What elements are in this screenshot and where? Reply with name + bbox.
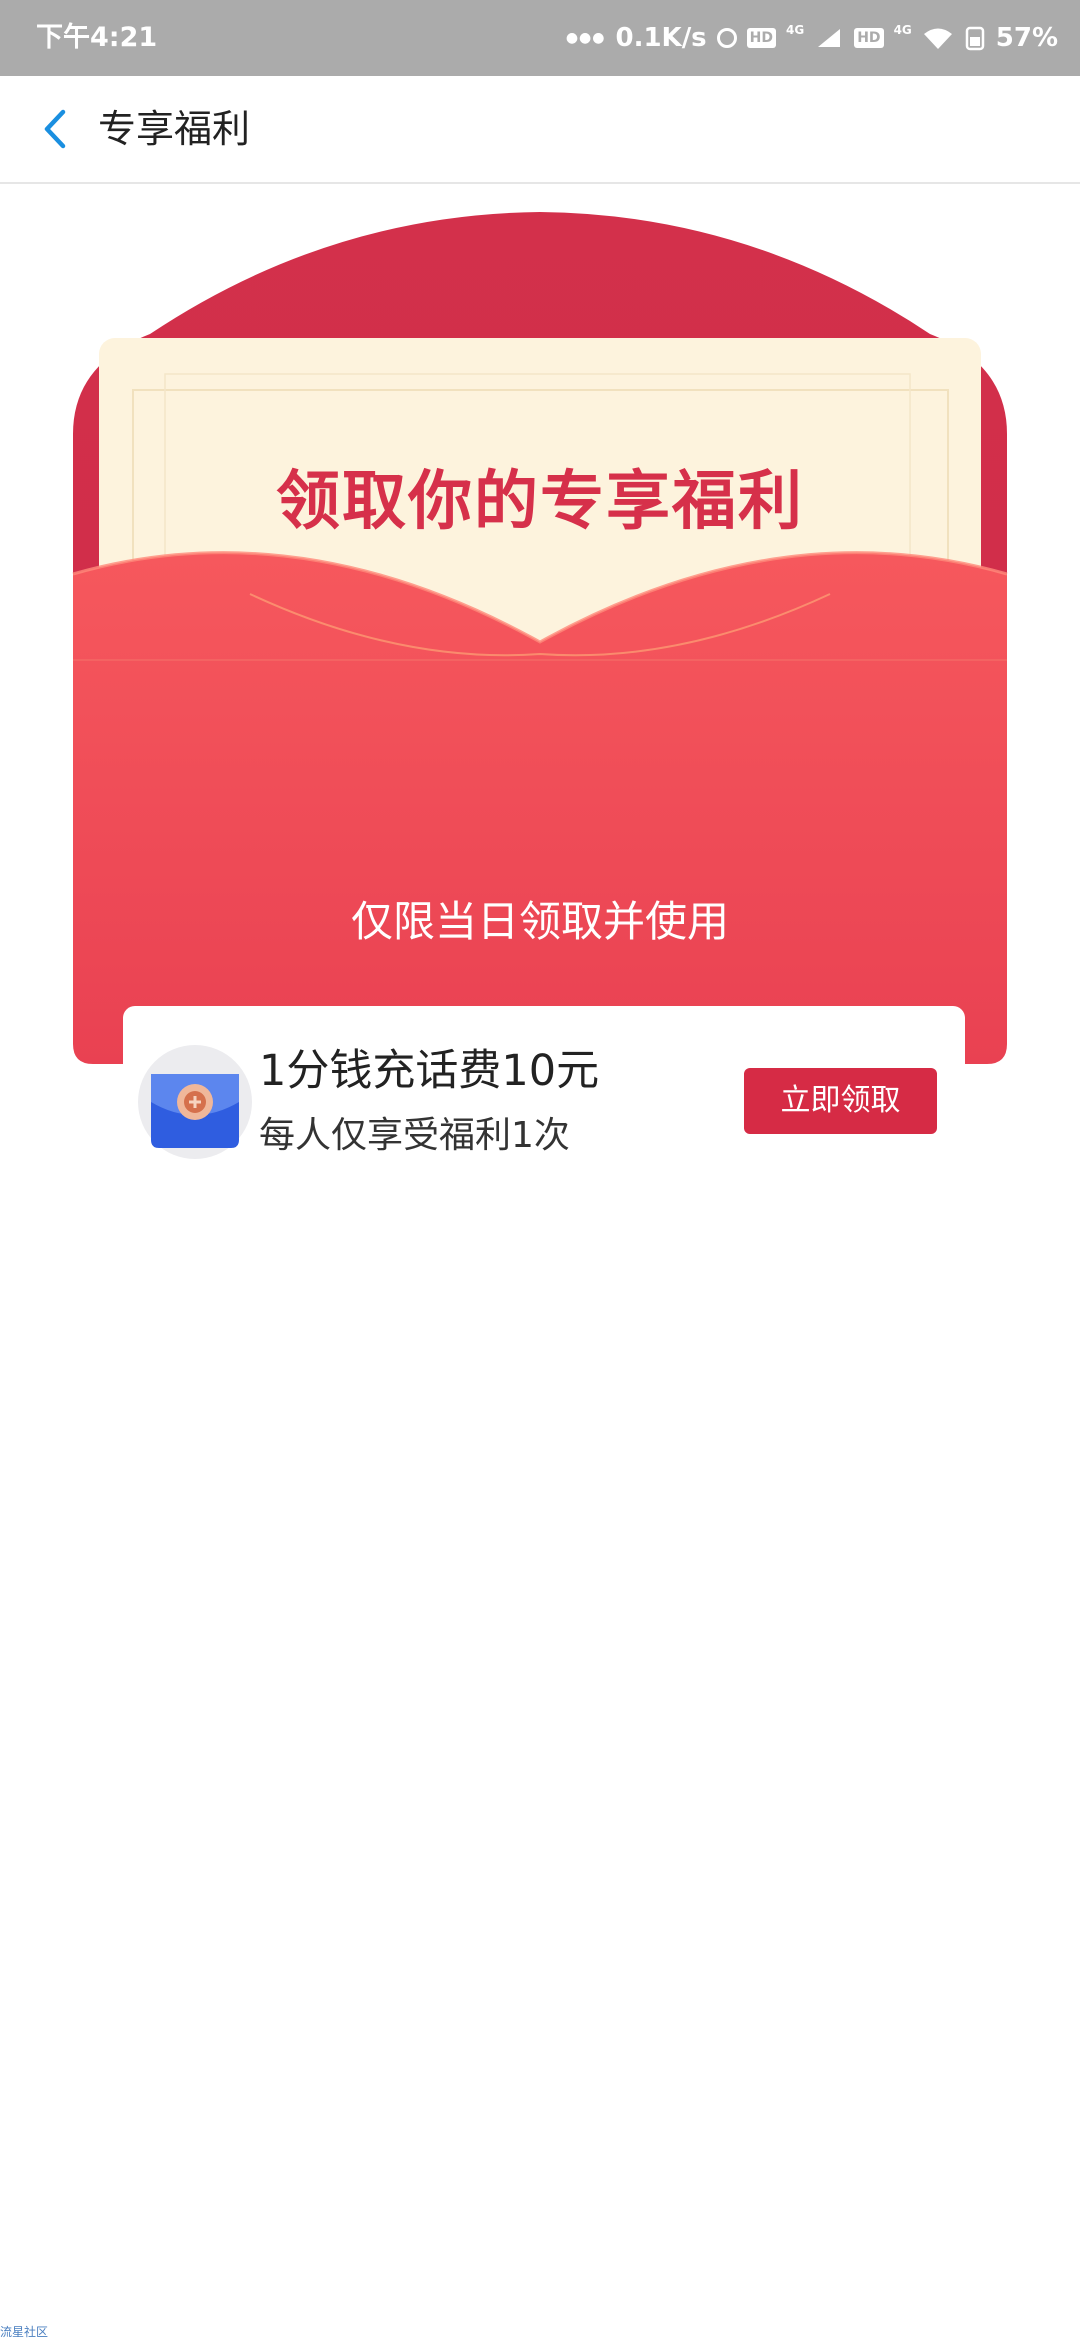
wallet-icon: [138, 1045, 252, 1159]
signal-icon: [818, 29, 841, 47]
hd-badge-2: HD: [854, 28, 884, 48]
hd-badge-1: HD: [746, 28, 777, 48]
page-title: 专享福利: [98, 107, 251, 151]
notice-text: 仅限当日领取并使用: [350, 897, 729, 946]
offer-title: 1分钱充话费10元: [259, 1046, 600, 1096]
network-type-2: 4G: [893, 23, 912, 37]
back-button[interactable]: [28, 103, 80, 155]
red-envelope: 领取你的专享福利 仅限当日领取并使用 1分钱充话费10元 每人仅享受福利1次 立…: [0, 184, 1080, 1198]
envelope-graphic: [72, 212, 1008, 1064]
wifi-icon: [923, 28, 952, 49]
battery-icon: [965, 26, 985, 51]
network-speed: 0.1K/s: [615, 23, 707, 53]
letter-title: 领取你的专享福利: [276, 465, 804, 539]
app-header: 专享福利: [0, 76, 1080, 184]
network-type-1: 4G: [786, 23, 805, 37]
status-icons: ●●● 0.1K/s HD 4G HD 4G 57%: [566, 0, 1058, 76]
watermark: 流星社区: [0, 2325, 49, 2339]
dots-icon: ●●●: [565, 30, 606, 46]
status-time: 下午4:21: [36, 22, 158, 53]
offer-subtitle: 每人仅享受福利1次: [259, 1115, 570, 1156]
offer-card: 1分钱充话费10元 每人仅享受福利1次 立即领取: [123, 1006, 965, 1198]
status-bar: 下午4:21 ●●● 0.1K/s HD 4G HD 4G 57%: [0, 0, 1080, 76]
alarm-clock-icon: [716, 28, 737, 48]
claim-button[interactable]: 立即领取: [744, 1068, 937, 1134]
battery-level: 57%: [995, 23, 1058, 53]
chevron-left-icon: [44, 109, 66, 149]
